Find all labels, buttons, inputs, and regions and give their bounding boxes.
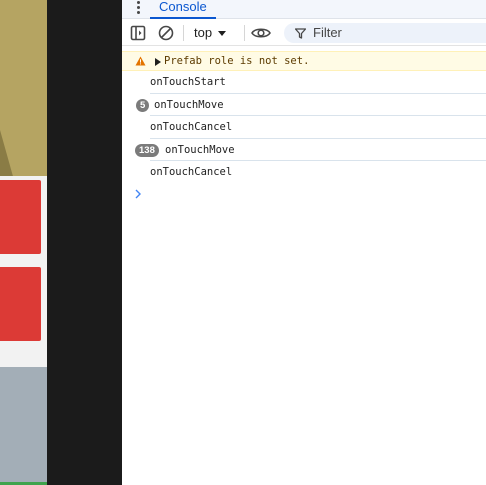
console-message-text: onTouchMove xyxy=(165,144,235,156)
game-bottom-area xyxy=(0,367,47,485)
console-message[interactable]: onTouchCancel xyxy=(122,116,486,139)
game-red-button-2[interactable] xyxy=(0,267,41,341)
console-message-text: onTouchCancel xyxy=(150,166,233,178)
eye-icon[interactable] xyxy=(250,24,272,42)
console-message-text: onTouchMove xyxy=(154,99,224,111)
game-red-button-1[interactable] xyxy=(0,180,41,254)
console-message-warning[interactable]: Prefab role is not set. xyxy=(122,51,486,71)
context-select-value: top xyxy=(194,25,213,40)
console-message-text: Prefab role is not set. xyxy=(164,55,310,67)
chevron-down-icon xyxy=(218,30,227,36)
game-preview[interactable] xyxy=(0,0,47,485)
devtools-tab-bar: Console xyxy=(122,0,486,19)
console-log: Prefab role is not set. onTouchStart 5 o… xyxy=(122,47,486,485)
sidebar-toggle-icon[interactable] xyxy=(129,24,147,42)
divider-gutter xyxy=(47,0,122,485)
console-toolbar: top Filter xyxy=(122,20,486,46)
more-options-icon[interactable] xyxy=(134,0,142,15)
toolbar-separator xyxy=(244,25,245,41)
filter-placeholder: Filter xyxy=(313,25,342,40)
expand-triangle-icon[interactable] xyxy=(155,58,161,66)
filter-input[interactable]: Filter xyxy=(284,23,486,43)
console-message[interactable]: onTouchCancel xyxy=(122,161,486,183)
console-message-text: onTouchCancel xyxy=(150,121,233,133)
toolbar-separator xyxy=(183,25,184,41)
game-scenery-shape xyxy=(0,130,14,180)
console-message-text: onTouchStart xyxy=(150,76,226,88)
console-message[interactable]: 138 onTouchMove xyxy=(122,139,486,161)
console-prompt-chevron-icon[interactable] xyxy=(134,189,142,199)
console-message[interactable]: onTouchStart xyxy=(122,71,486,94)
devtools-panel: Console top Filter Prefab role is not se… xyxy=(122,0,486,485)
repeat-count-badge: 138 xyxy=(135,144,159,157)
warning-icon xyxy=(135,56,146,66)
filter-icon xyxy=(295,27,306,39)
console-message[interactable]: 5 onTouchMove xyxy=(122,94,486,116)
clear-console-icon[interactable] xyxy=(157,24,175,42)
context-select[interactable]: top xyxy=(190,24,230,42)
repeat-count-badge: 5 xyxy=(136,99,150,112)
tab-console[interactable]: Console xyxy=(150,0,216,19)
